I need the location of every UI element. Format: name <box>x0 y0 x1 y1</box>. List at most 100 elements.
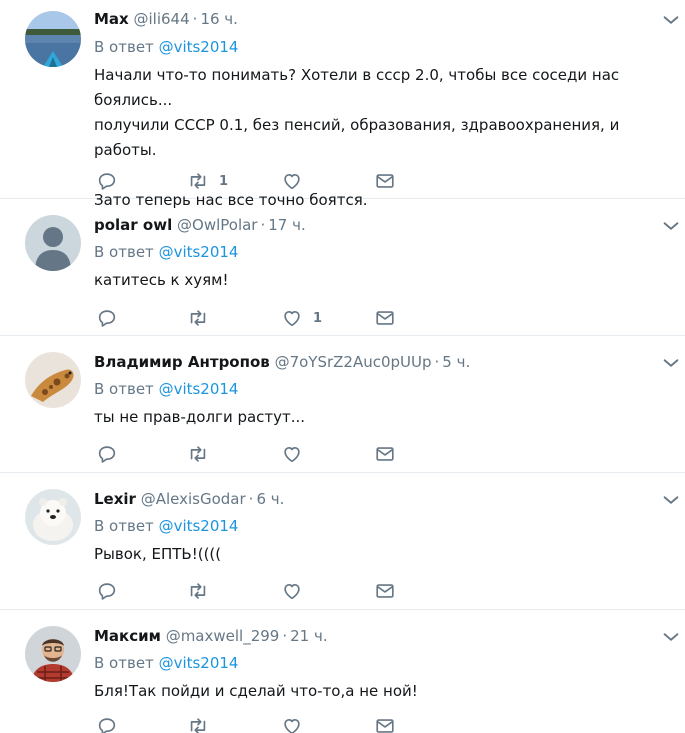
direct-message-button[interactable] <box>374 306 396 330</box>
retweet-icon <box>190 173 206 189</box>
like-icon <box>284 446 300 463</box>
retweet-icon <box>190 310 206 326</box>
author-name[interactable]: polar owl <box>94 216 172 234</box>
like-count: 1 <box>313 310 323 326</box>
retweet-icon <box>190 583 206 599</box>
reply-button[interactable] <box>96 442 118 466</box>
timestamp[interactable]: 6 ч. <box>256 490 284 508</box>
reply-mention-link[interactable]: @vits2014 <box>159 517 239 535</box>
chevron-down-icon[interactable] <box>660 352 682 374</box>
direct-message-button[interactable] <box>374 169 396 193</box>
reply-prefix: В ответ <box>94 243 154 261</box>
tweet-4[interactable]: Lexir @AlexisGodar · 6 ч. В ответ @vits201… <box>0 473 685 610</box>
reply-prefix: В ответ <box>94 654 154 672</box>
chevron-down-icon[interactable] <box>660 9 682 31</box>
direct-message-button[interactable] <box>374 579 396 603</box>
reply-button[interactable] <box>96 579 118 603</box>
like-button[interactable] <box>281 442 313 466</box>
author-handle[interactable]: @7oYSrZ2Auc0pUUp <box>275 353 432 371</box>
retweet-button[interactable] <box>187 306 219 330</box>
tweet-header: Max @ili644 · 16 ч. <box>94 9 238 29</box>
like-icon <box>284 310 300 327</box>
reply-context: В ответ @vits2014 <box>94 516 238 536</box>
tweet-text: Рывок, ЕПТЬ!(((( <box>94 545 222 563</box>
tweet-text: ты не прав-долги растут... <box>94 408 306 426</box>
direct-message-icon <box>376 447 394 461</box>
tweet-3[interactable]: Владимир Антропов @7oYSrZ2Auc0pUUp · 5 ч. … <box>0 336 685 473</box>
like-icon <box>284 718 300 733</box>
timestamp[interactable]: 16 ч. <box>200 10 238 28</box>
avatar[interactable] <box>25 11 81 67</box>
author-name[interactable]: Максим <box>94 627 161 645</box>
reply-prefix: В ответ <box>94 380 154 398</box>
reply-button[interactable] <box>96 306 118 330</box>
retweet-button[interactable] <box>187 579 219 603</box>
chevron-down-icon[interactable] <box>660 489 682 511</box>
author-name[interactable]: Max <box>94 10 129 28</box>
avatar[interactable] <box>25 352 81 408</box>
retweet-button[interactable] <box>187 714 219 733</box>
reply-mention-link[interactable]: @vits2014 <box>159 380 239 398</box>
tweet-2[interactable]: polar owl @OwlPolar · 17 ч. В ответ @vits2… <box>0 199 685 336</box>
like-button[interactable] <box>281 714 313 733</box>
reply-icon <box>98 583 116 600</box>
tweet-header: Максим @maxwell_299 · 21 ч. <box>94 626 328 646</box>
like-button[interactable] <box>281 579 313 603</box>
author-handle[interactable]: @AlexisGodar <box>141 490 246 508</box>
direct-message-icon <box>376 174 394 188</box>
direct-message-icon <box>376 311 394 325</box>
reply-button[interactable] <box>96 714 118 733</box>
author-handle[interactable]: @OwlPolar <box>177 216 257 234</box>
separator-dot: · <box>260 216 266 234</box>
like-button[interactable]: 1 <box>281 306 322 330</box>
chevron-down-icon[interactable] <box>660 626 682 648</box>
timestamp[interactable]: 21 ч. <box>290 627 328 645</box>
like-button[interactable] <box>281 169 313 193</box>
separator-dot: · <box>434 353 440 371</box>
retweet-button[interactable] <box>187 442 219 466</box>
separator-dot: · <box>192 10 198 28</box>
author-handle[interactable]: @ili644 <box>134 10 190 28</box>
avatar[interactable] <box>25 489 81 545</box>
reply-context: В ответ @vits2014 <box>94 242 238 262</box>
direct-message-icon <box>376 584 394 598</box>
reply-icon <box>98 310 116 327</box>
reply-mention-link[interactable]: @vits2014 <box>159 654 239 672</box>
reply-prefix: В ответ <box>94 38 154 56</box>
like-icon <box>284 173 300 190</box>
reply-mention-link[interactable]: @vits2014 <box>159 243 239 261</box>
direct-message-button[interactable] <box>374 442 396 466</box>
tweet-text: катитесь к хуям! <box>94 271 229 289</box>
reply-mention-link[interactable]: @vits2014 <box>159 38 239 56</box>
reply-context: В ответ @vits2014 <box>94 653 238 673</box>
like-icon <box>284 583 300 600</box>
tweet-header: polar owl @OwlPolar · 17 ч. <box>94 215 306 235</box>
reply-icon <box>98 173 116 190</box>
reply-context: В ответ @vits2014 <box>94 379 238 399</box>
avatar[interactable] <box>25 215 81 271</box>
separator-dot: · <box>282 627 288 645</box>
direct-message-button[interactable] <box>374 714 396 733</box>
tweet-5[interactable]: Максим @maxwell_299 · 21 ч. В ответ @vits2… <box>0 610 685 733</box>
retweet-count: 1 <box>219 173 229 189</box>
timestamp[interactable]: 5 ч. <box>442 353 470 371</box>
reply-context: В ответ @vits2014 <box>94 37 238 57</box>
avatar[interactable] <box>25 626 81 682</box>
author-name[interactable]: Владимир Антропов <box>94 353 270 371</box>
reply-prefix: В ответ <box>94 517 154 535</box>
author-handle[interactable]: @maxwell_299 <box>166 627 280 645</box>
reply-icon <box>98 718 116 733</box>
separator-dot: · <box>248 490 254 508</box>
reply-button[interactable] <box>96 169 118 193</box>
tweet-1[interactable]: Max @ili644 · 16 ч. В ответ @vits2014 Нача… <box>0 0 685 209</box>
author-name[interactable]: Lexir <box>94 490 136 508</box>
retweet-button[interactable]: 1 <box>187 169 228 193</box>
retweet-icon <box>190 446 206 462</box>
chevron-down-icon[interactable] <box>660 215 682 237</box>
tweet-text: Бля!Так пойди и сделай что-то,а не ной! <box>94 682 418 700</box>
reply-icon <box>98 446 116 463</box>
timestamp[interactable]: 17 ч. <box>268 216 306 234</box>
tweet-header: Владимир Антропов @7oYSrZ2Auc0pUUp · 5 ч. <box>94 352 470 372</box>
retweet-icon <box>190 718 206 733</box>
tweet-header: Lexir @AlexisGodar · 6 ч. <box>94 489 284 509</box>
